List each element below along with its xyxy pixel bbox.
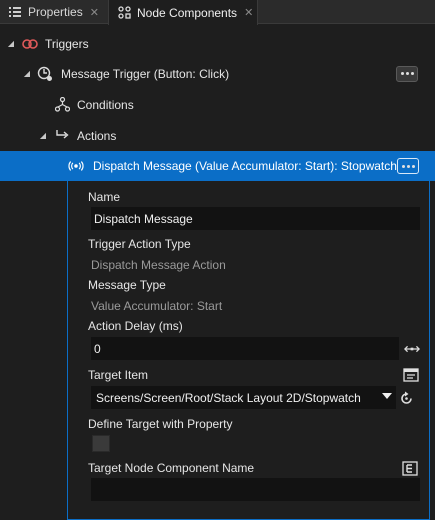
item-picker-icon[interactable] [403,367,419,383]
tree-row-message-trigger[interactable]: ◢ Message Trigger (Button: Click) [0,58,435,89]
message-type-label: Message Type [88,278,166,292]
dispatch-message-icon [68,158,84,174]
tree-label: Dispatch Message (Value Accumulator: Sta… [93,159,397,173]
define-target-label: Define Target with Property [88,417,233,431]
node-components-icon [117,6,131,20]
message-type-value: Value Accumulator: Start [91,299,223,313]
target-item-select[interactable]: Screens/Screen/Root/Stack Layout 2D/Stop… [91,386,396,409]
define-target-checkbox[interactable] [92,435,110,452]
name-field[interactable]: Dispatch Message [91,207,420,230]
list-icon [8,5,22,19]
tab-bar: Properties ✕ Node Components ✕ [0,0,435,25]
tree-row-dispatch-message[interactable]: Dispatch Message (Value Accumulator: Sta… [0,151,435,181]
tab-properties-label: Properties [28,5,83,19]
target-item-label: Target Item [88,368,149,382]
drag-value-icon[interactable] [404,341,420,357]
trigger-action-type-value: Dispatch Message Action [91,258,226,272]
conditions-icon [54,97,70,113]
target-node-component-field[interactable] [91,478,420,501]
name-label: Name [88,190,121,204]
action-delay-label: Action Delay (ms) [88,319,183,333]
action-delay-field[interactable]: 0 [91,337,399,360]
tree-row-triggers[interactable]: ◢ Triggers [0,28,435,59]
tab-properties[interactable]: Properties ✕ [8,0,104,24]
tree-row-conditions[interactable]: Conditions [0,89,435,120]
more-options-button[interactable] [396,65,418,82]
properties-panel: Name Dispatch Message Trigger Action Typ… [67,181,430,520]
tree-label: Message Trigger (Button: Click) [61,66,230,81]
tree-label: Actions [77,128,117,143]
chevron-down-icon [382,393,392,399]
target-item-value: Screens/Screen/Root/Stack Layout 2D/Stop… [96,390,361,405]
tab-node-components[interactable]: Node Components ✕ [108,0,258,25]
expand-caret-icon[interactable]: ◢ [7,39,15,48]
target-node-component-label: Target Node Component Name [88,461,255,475]
trigger-action-type-label: Trigger Action Type [88,237,191,251]
close-icon[interactable]: ✕ [244,6,253,19]
tab-node-components-label: Node Components [137,5,238,20]
tree-row-actions[interactable]: ◢ Actions [0,120,435,151]
more-options-button[interactable] [397,158,419,174]
tree-label: Triggers [45,36,89,51]
reset-icon[interactable] [398,390,414,406]
actions-icon [54,128,70,144]
expand-caret-icon[interactable]: ◢ [23,69,31,78]
message-trigger-icon [37,66,53,82]
component-picker-icon[interactable] [402,460,418,476]
expand-caret-icon[interactable]: ◢ [39,131,47,140]
triggers-icon [22,36,38,52]
close-icon[interactable]: ✕ [90,6,99,19]
tree-label: Conditions [77,97,134,112]
